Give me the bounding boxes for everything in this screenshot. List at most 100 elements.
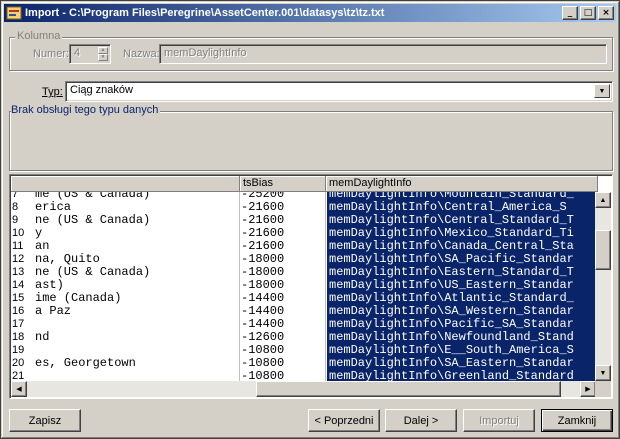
row-number: 10	[12, 227, 25, 239]
next-button[interactable]: Dalej >	[385, 409, 457, 432]
import-dialog: Import - C:\Program Files\Peregrine\Asse…	[0, 0, 620, 439]
minimize-button[interactable]: _	[562, 6, 578, 20]
close-button[interactable]: Zamknij	[541, 409, 613, 432]
spin-down-icon[interactable]: ▼	[98, 54, 108, 61]
column-header-memdaylightinfo[interactable]: memDaylightInfo	[326, 176, 598, 192]
back-label: < Poprzedni	[314, 414, 374, 427]
table-cell-memdaylightinfo: memDaylightInfo\SA_Pacific_Standar	[327, 253, 598, 266]
row-number: 13	[12, 266, 25, 278]
table-cell-memdaylightinfo: memDaylightInfo\Central_America_S	[327, 201, 598, 214]
horizontal-scroll-thumb[interactable]	[256, 381, 561, 397]
window-title: Import - C:\Program Files\Peregrine\Asse…	[25, 7, 385, 19]
scroll-down-icon[interactable]: ▼	[595, 365, 611, 381]
column-group-label: Kolumna	[15, 30, 63, 42]
table-cell-memdaylightinfo: memDaylightInfo\Eastern_Standard_T	[327, 266, 598, 279]
scroll-left-icon[interactable]: ◀	[11, 381, 27, 397]
table-cell-tsbias: -21600	[241, 214, 285, 227]
table-cell: ime (Canada)	[35, 292, 122, 305]
type-select[interactable]: Ciąg znaków ▼	[65, 81, 613, 102]
row-number: 7	[12, 192, 19, 200]
row-number: 9	[12, 214, 19, 226]
table-cell: na, Quito	[35, 253, 100, 266]
table-row[interactable]: es, Georgetown 20 -10800 memDaylightInfo\SA…	[11, 357, 598, 370]
table-row[interactable]: ne (US & Canada) 13 -18000 memDaylightInfo\…	[11, 266, 598, 279]
table-row[interactable]: 19 -10800 memDaylightInfo\E__South_America…	[11, 344, 598, 357]
table-cell: ne (US & Canada)	[35, 266, 151, 279]
type-value: Ciąg znaków	[70, 84, 133, 96]
column-header-1[interactable]	[11, 176, 240, 192]
table-row[interactable]: 21 -10800 memDaylightInfo\Greenland_Standa…	[11, 370, 598, 381]
back-button[interactable]: < Poprzedni	[308, 409, 380, 432]
table-cell-memdaylightinfo: memDaylightInfo\US_Eastern_Standar	[327, 279, 598, 292]
table-cell-memdaylightinfo: memDaylightInfo\Mountain_Standard_	[327, 192, 598, 201]
import-button[interactable]: Importuj	[463, 409, 535, 432]
horizontal-scrollbar[interactable]: ◀ ▶	[11, 381, 596, 397]
scroll-right-icon[interactable]: ▶	[580, 381, 596, 397]
type-label-text: Typ:	[42, 86, 63, 98]
vertical-scroll-thumb[interactable]	[595, 230, 611, 270]
table-row[interactable]: ne (US & Canada) 9 -21600 memDaylightInfo\C…	[11, 214, 598, 227]
maximize-icon: □	[583, 7, 593, 18]
import-label: Importuj	[479, 414, 519, 427]
table-cell-tsbias: -14400	[241, 292, 285, 305]
name-field[interactable]: memDaylightInfo	[159, 44, 607, 64]
spin-up-icon[interactable]: ▲	[98, 47, 108, 54]
app-icon	[6, 5, 22, 21]
info-panel-title: Brak obsługi tego typu danych	[11, 104, 161, 116]
table-cell: me (US & Canada)	[35, 192, 151, 201]
vertical-scrollbar[interactable]: ▲ ▼	[595, 192, 611, 381]
row-number: 16	[12, 305, 25, 317]
table-cell-tsbias: -10800	[241, 357, 285, 370]
table-cell-memdaylightinfo: memDaylightInfo\Greenland_Standard	[327, 370, 598, 381]
table-cell-memdaylightinfo: memDaylightInfo\Pacific_SA_Standar	[327, 318, 598, 331]
table-cell: es, Georgetown	[35, 357, 136, 370]
save-button[interactable]: Zapisz	[9, 409, 81, 432]
save-label: Zapisz	[28, 414, 62, 427]
table-row[interactable]: y 10 -21600 memDaylightInfo\Mexico_Standard…	[11, 227, 598, 240]
table-row[interactable]: erica 8 -21600 memDaylightInfo\Central_Amer…	[11, 201, 598, 214]
table-cell-tsbias: -14400	[241, 318, 285, 331]
table-cell-memdaylightinfo: memDaylightInfo\Canada_Central_Sta	[327, 240, 598, 253]
table-cell-memdaylightinfo: memDaylightInfo\SA_Eastern_Standar	[327, 357, 598, 370]
row-number: 17	[12, 318, 25, 330]
scroll-corner	[595, 381, 611, 397]
preview-grid[interactable]: tsBias memDaylightInfo me (US & Canada) 7…	[9, 174, 613, 399]
table-cell: a Paz	[35, 305, 72, 318]
table-row[interactable]: ast) 14 -18000 memDaylightInfo\US_Eastern_S…	[11, 279, 598, 292]
spin-buttons[interactable]: ▲ ▼	[98, 47, 108, 61]
table-row[interactable]: a Paz 16 -14400 memDaylightInfo\SA_Western_…	[11, 305, 598, 318]
title-bar[interactable]: Import - C:\Program Files\Peregrine\Asse…	[4, 4, 616, 22]
table-row[interactable]: ime (Canada) 15 -14400 memDaylightInfo\Atla…	[11, 292, 598, 305]
table-row[interactable]: an 11 -21600 memDaylightInfo\Canada_Central…	[11, 240, 598, 253]
row-number: 19	[12, 344, 25, 356]
table-row[interactable]: na, Quito 12 -18000 memDaylightInfo\SA_Paci…	[11, 253, 598, 266]
number-stepper[interactable]: 4 ▲ ▼	[69, 44, 111, 64]
maximize-button[interactable]: □	[580, 6, 596, 20]
table-cell-tsbias: -21600	[241, 201, 285, 214]
table-row[interactable]: me (US & Canada) 7 -25200 memDaylightInfo\M…	[11, 192, 598, 201]
column-header-tsbias[interactable]: tsBias	[240, 176, 326, 192]
row-number: 21	[12, 370, 25, 381]
number-label: Numer:	[33, 48, 70, 60]
row-number: 18	[12, 331, 25, 343]
row-number: 12	[12, 253, 25, 265]
info-panel	[9, 111, 613, 171]
table-cell-tsbias: -10800	[241, 370, 285, 381]
close-icon: ×	[602, 7, 610, 18]
table-cell-tsbias: -14400	[241, 305, 285, 318]
table-cell-tsbias: -18000	[241, 279, 285, 292]
table-cell: ne (US & Canada)	[35, 214, 151, 227]
row-number: 14	[12, 279, 25, 291]
table-row[interactable]: nd 18 -12600 memDaylightInfo\Newfoundland_S…	[11, 331, 598, 344]
table-cell-tsbias: -12600	[241, 331, 285, 344]
scroll-up-icon[interactable]: ▲	[595, 192, 611, 208]
next-label: Dalej >	[403, 414, 439, 427]
grid-data-area[interactable]: me (US & Canada) 7 -25200 memDaylightInfo\M…	[11, 192, 598, 381]
close-window-button[interactable]: ×	[598, 6, 614, 20]
chevron-down-icon[interactable]: ▼	[594, 84, 610, 98]
table-cell: an	[35, 240, 50, 253]
table-row[interactable]: 17 -14400 memDaylightInfo\Pacific_SA_Stand…	[11, 318, 598, 331]
table-cell	[35, 344, 239, 357]
close-label: Zamknij	[557, 414, 597, 427]
table-cell-memdaylightinfo: memDaylightInfo\Central_Standard_T	[327, 214, 598, 227]
